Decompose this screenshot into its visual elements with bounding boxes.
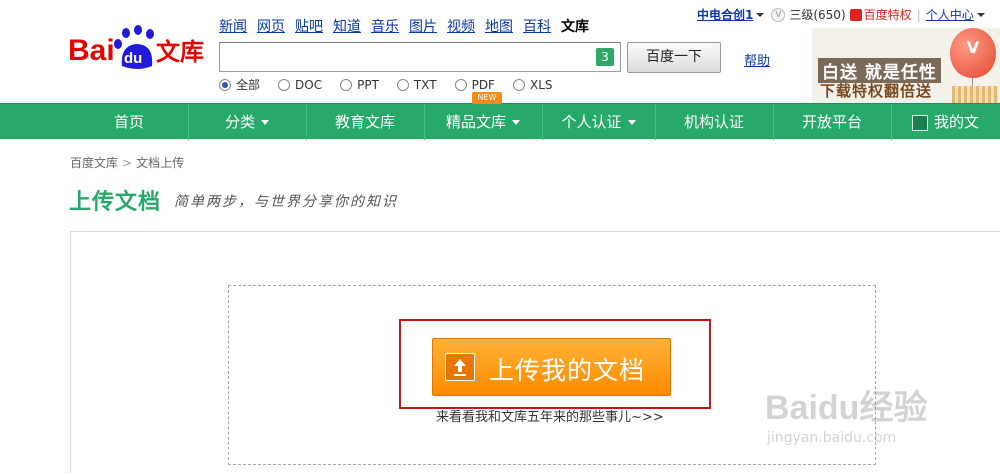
top-nav-link[interactable]: 音乐	[371, 16, 399, 36]
nav-divider	[891, 104, 892, 140]
filter-radio[interactable]: PDF	[454, 77, 495, 92]
file-type-filters: 全部 DOC PPT TXT PDF XLS	[219, 76, 571, 94]
filter-label: XLS	[529, 77, 553, 92]
top-nav-link[interactable]: 网页	[257, 16, 285, 36]
radio-icon[interactable]	[278, 78, 291, 91]
baidu-wenku-logo[interactable]: Bai du 文库	[68, 22, 208, 74]
search-button[interactable]: 百度一下	[627, 42, 721, 73]
page-subtitle: 简单两步，与世界分享你的知识	[174, 194, 398, 210]
nav-divider	[773, 104, 774, 140]
user-level: 三级(650)	[789, 8, 846, 22]
radio-icon[interactable]	[219, 78, 231, 91]
chevron-down-icon	[627, 120, 636, 125]
main-nav-label: 首页	[113, 113, 144, 131]
main-nav-label: 个人认证	[561, 113, 622, 131]
breadcrumb-separator: >	[122, 156, 133, 170]
user-bar-separator: |	[916, 7, 921, 22]
chevron-down-icon	[261, 120, 269, 125]
main-nav-item[interactable]: 机构认证	[655, 104, 773, 140]
main-nav-item[interactable]: 个人认证	[542, 104, 655, 140]
search-input[interactable]: 3	[219, 42, 621, 72]
radio-icon[interactable]	[454, 78, 467, 91]
help-link[interactable]: 帮助	[744, 50, 770, 69]
top-nav-link[interactable]: 视频	[447, 16, 475, 36]
main-nav-label: 我的文	[933, 113, 979, 131]
main-nav-item[interactable]: 开放平台	[773, 104, 891, 140]
filter-radio[interactable]: 全部	[219, 76, 260, 93]
privilege-icon	[849, 8, 862, 21]
filter-label: DOC	[295, 77, 323, 92]
main-nav-label: 机构认证	[683, 113, 744, 131]
radio-icon[interactable]	[512, 78, 525, 91]
filter-label: 全部	[236, 78, 261, 92]
username-link[interactable]: 中电合创1	[697, 6, 753, 23]
top-nav-link[interactable]: 新闻	[219, 16, 247, 36]
main-nav-item[interactable]: 首页	[70, 104, 188, 140]
top-nav: 新闻 网页 贴吧 知道 音乐 图片 视频 地图 百科 文库	[219, 16, 599, 36]
filter-label: PPT	[357, 77, 379, 92]
balloon-icon: V	[950, 28, 996, 78]
top-nav-link[interactable]: 图片	[409, 16, 437, 36]
nav-divider	[188, 104, 189, 140]
logo-du-text: du	[124, 50, 142, 67]
top-nav-link[interactable]: 文库	[561, 16, 589, 36]
nav-divider	[655, 104, 656, 140]
radio-icon[interactable]	[396, 78, 409, 91]
top-nav-link[interactable]: 知道	[333, 16, 361, 36]
filter-radio[interactable]: PPT	[340, 78, 379, 92]
privilege-link[interactable]: 百度特权	[864, 6, 912, 23]
search-suggest-badge[interactable]: 3	[596, 48, 614, 66]
upload-icon	[445, 353, 475, 381]
upload-button-label: 上传我的文档	[489, 356, 646, 385]
site-header: Bai du 文库 新闻 网页 贴吧 知道 音乐 图片 视频 地图 百科 文库 3 百度一下 帮助…	[0, 0, 1000, 103]
nav-divider	[306, 104, 307, 140]
promo-subline: 下载特权翻倍送	[820, 82, 933, 100]
main-nav-item[interactable]: 我的文	[891, 104, 1000, 140]
filter-label: PDF	[471, 77, 495, 92]
vip-level-icon: V	[771, 7, 786, 22]
chevron-down-icon	[512, 120, 520, 125]
promo-decoration	[952, 86, 998, 103]
my-library-icon	[911, 114, 928, 131]
user-bar: 中电合创1 V 三级(650) 百度特权 | 个人中心	[697, 6, 990, 23]
radio-icon[interactable]	[340, 78, 353, 91]
balloon-letter: V	[966, 38, 980, 57]
new-badge: NEW	[472, 92, 502, 104]
nav-divider	[424, 104, 425, 140]
filter-radio[interactable]: DOC	[278, 78, 322, 92]
user-center-link[interactable]: 个人中心	[926, 6, 974, 23]
main-nav-item[interactable]: 分类	[188, 104, 306, 140]
promo-banner[interactable]: V 白送 就是任性 下载特权翻倍送	[812, 28, 1000, 103]
main-nav-label: 开放平台	[801, 113, 862, 131]
chevron-down-icon[interactable]	[976, 12, 985, 17]
chevron-down-icon[interactable]	[756, 12, 765, 17]
main-nav-label: 分类	[224, 113, 255, 131]
breadcrumb: 百度文库 > 文档上传	[70, 154, 184, 171]
breadcrumb-home[interactable]: 百度文库	[70, 156, 118, 170]
logo-product-text: 文库	[156, 38, 204, 66]
top-nav-link[interactable]: 百科	[523, 16, 551, 36]
nav-divider	[542, 104, 543, 140]
filter-radio[interactable]: TXT	[396, 77, 437, 92]
main-nav-label: 精品文库	[445, 113, 506, 131]
main-nav-item[interactable]: 教育文库	[306, 104, 424, 140]
page-title: 上传文档	[69, 190, 162, 215]
top-nav-link[interactable]: 地图	[485, 16, 513, 36]
main-nav-item[interactable]: 精品文库	[424, 104, 542, 140]
history-link[interactable]: 来看看我和文库五年来的那些事儿~>>	[436, 406, 664, 425]
upload-document-button[interactable]: 上传我的文档	[432, 338, 671, 396]
logo-brand-text: Bai	[68, 34, 115, 67]
filter-label: TXT	[413, 77, 437, 92]
filter-radio[interactable]: XLS	[512, 77, 553, 92]
top-nav-link[interactable]: 贴吧	[295, 16, 323, 36]
main-nav: 首页 分类 教育文库 精品文库 个人认证 机构认证 开放平台 我的文	[0, 103, 1000, 140]
breadcrumb-current: 文档上传	[136, 156, 185, 170]
main-nav-label: 教育文库	[334, 113, 395, 131]
